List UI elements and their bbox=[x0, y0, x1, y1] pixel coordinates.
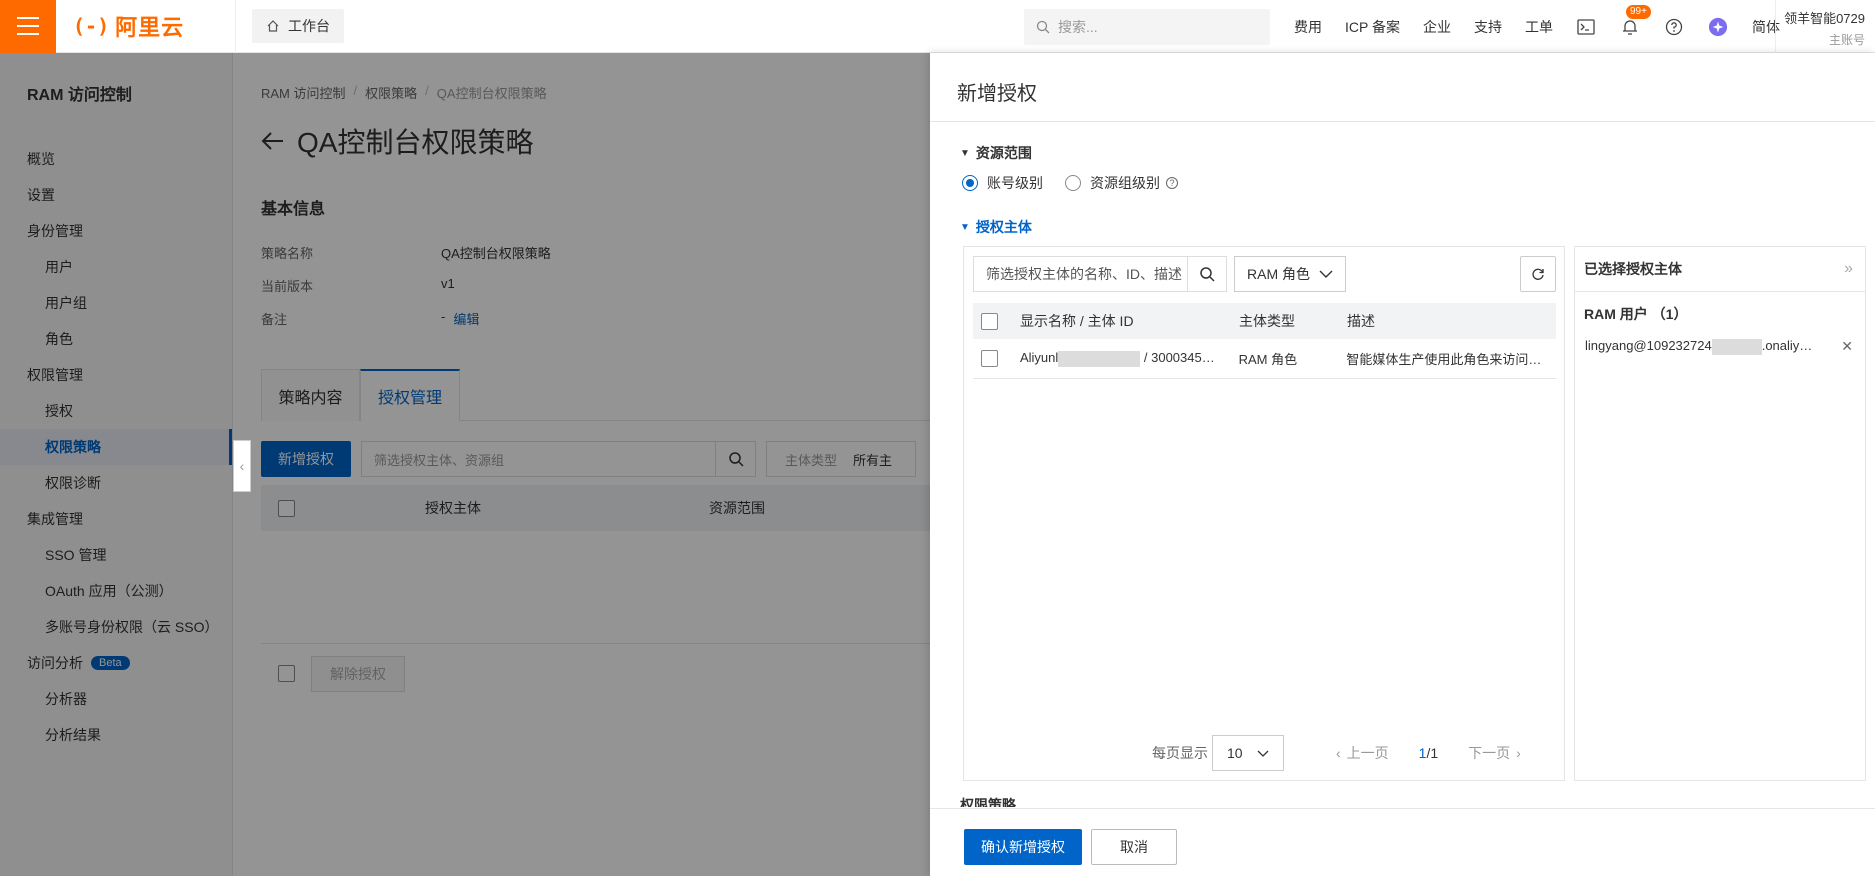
drawer-title: 新增授权 bbox=[930, 53, 1875, 122]
modal-overlay[interactable] bbox=[0, 53, 930, 876]
principal-search-input[interactable]: 筛选授权主体的名称、ID、描述 bbox=[973, 256, 1188, 292]
nav-icp[interactable]: ICP 备案 bbox=[1345, 17, 1400, 37]
total-pages: /1 bbox=[1426, 745, 1439, 761]
notification-badge: 99+ bbox=[1625, 4, 1651, 19]
radio-account-level[interactable] bbox=[962, 175, 978, 191]
page-size-select[interactable]: 10 bbox=[1212, 735, 1284, 771]
help-icon[interactable] bbox=[1664, 17, 1684, 37]
terminal-icon[interactable] bbox=[1576, 17, 1596, 37]
bell-icon[interactable]: 99+ bbox=[1620, 4, 1651, 37]
prev-page-label: 上一页 bbox=[1346, 745, 1389, 761]
page-indicator: 1/1 bbox=[1419, 745, 1438, 761]
selected-item-prefix: lingyang@109232724 bbox=[1585, 338, 1712, 354]
logo-text: 阿里云 bbox=[115, 15, 185, 40]
menu-icon[interactable] bbox=[0, 0, 56, 53]
principal-section-heading[interactable]: ▼ 授权主体 bbox=[960, 217, 1032, 237]
radio-resource-group-label[interactable]: 资源组级别 bbox=[1090, 173, 1160, 193]
column-display-name: 显示名称 / 主体 ID bbox=[1020, 313, 1134, 329]
nav-support[interactable]: 支持 bbox=[1474, 17, 1502, 37]
principal-type-dropdown[interactable]: RAM 角色 bbox=[1234, 256, 1346, 292]
caret-down-icon: ▼ bbox=[960, 221, 970, 233]
next-page-button[interactable]: 下一页 › bbox=[1468, 743, 1521, 763]
redaction-mask bbox=[1711, 338, 1762, 355]
logo[interactable]: (-) 阿里云 bbox=[56, 0, 236, 53]
row-checkbox[interactable] bbox=[981, 350, 998, 367]
double-chevron-right-icon[interactable]: » bbox=[1844, 260, 1853, 278]
row-display-name: Aliyunl / 3000345… bbox=[1020, 350, 1239, 367]
next-page-label: 下一页 bbox=[1468, 745, 1511, 761]
global-search-input[interactable]: 搜索... bbox=[1024, 9, 1270, 45]
radio-account-level-label[interactable]: 账号级别 bbox=[987, 173, 1043, 193]
policy-section-heading: 权限策略 bbox=[960, 797, 1016, 807]
nav-billing[interactable]: 费用 bbox=[1294, 17, 1322, 37]
redaction-mask bbox=[1058, 350, 1141, 367]
row-name-prefix: Aliyunl bbox=[1019, 350, 1059, 366]
selected-principals-panel: 已选择授权主体 » RAM 用户 （1） lingyang@109232724.… bbox=[1574, 246, 1866, 781]
selected-header: 已选择授权主体 » bbox=[1575, 247, 1865, 292]
selected-title: 已选择授权主体 bbox=[1584, 261, 1682, 277]
caret-down-icon: ▼ bbox=[960, 147, 970, 159]
scope-section-heading[interactable]: ▼ 资源范围 bbox=[960, 143, 1032, 163]
principal-section-label: 授权主体 bbox=[975, 219, 1032, 235]
search-icon bbox=[1036, 20, 1050, 34]
radio-resource-group-level[interactable] bbox=[1065, 175, 1081, 191]
principal-type-value: RAM 角色 bbox=[1247, 266, 1310, 282]
prev-page-button[interactable]: ‹ 上一页 bbox=[1336, 743, 1389, 763]
confirm-add-grant-button[interactable]: 确认新增授权 bbox=[964, 829, 1082, 865]
principal-table-header: 显示名称 / 主体 ID 主体类型 描述 bbox=[973, 303, 1556, 339]
user-menu[interactable]: 领羊智能0729 主账号 bbox=[1775, 0, 1875, 53]
selected-item: lingyang@109232724 .onaliy… ✕ bbox=[1575, 338, 1865, 355]
top-nav: 费用 ICP 备案 企业 支持 工单 99+ 简体 bbox=[1294, 0, 1803, 53]
principal-search-placeholder: 筛选授权主体的名称、ID、描述 bbox=[986, 266, 1182, 282]
add-grant-drawer: 新增授权 ▼ 资源范围 账号级别 资源组级别 ? ▼ 授权主体 筛选授权主体的名… bbox=[930, 53, 1875, 876]
nav-ticket[interactable]: 工单 bbox=[1525, 17, 1553, 37]
page-size-value: 10 bbox=[1227, 745, 1243, 761]
ai-assistant-icon[interactable] bbox=[1708, 17, 1728, 37]
nav-enterprise[interactable]: 企业 bbox=[1423, 17, 1451, 37]
top-bar: (-) 阿里云 工作台 搜索... 费用 ICP 备案 企业 支持 工单 99+… bbox=[0, 0, 1875, 53]
scope-section-label: 资源范围 bbox=[975, 145, 1032, 161]
cancel-button[interactable]: 取消 bbox=[1091, 829, 1177, 865]
selected-item-suffix: .onaliy… bbox=[1761, 338, 1813, 354]
chevron-down-icon bbox=[1319, 270, 1333, 278]
sidebar-collapse-icon[interactable]: ‹ bbox=[233, 440, 251, 492]
chevron-down-icon bbox=[1257, 750, 1269, 757]
scope-radio-group: 账号级别 资源组级别 ? bbox=[962, 173, 1178, 193]
workbench-label: 工作台 bbox=[288, 18, 330, 34]
drawer-footer: 确认新增授权 取消 bbox=[964, 829, 1177, 865]
principal-select-all-checkbox[interactable] bbox=[981, 312, 998, 330]
user-name: 领羊智能0729 bbox=[1784, 11, 1865, 26]
chevron-left-icon: ‹ bbox=[1336, 745, 1341, 761]
logo-mark-icon: (-) bbox=[73, 14, 110, 38]
question-icon[interactable]: ? bbox=[1166, 177, 1178, 189]
home-icon bbox=[267, 20, 279, 32]
refresh-icon[interactable] bbox=[1520, 256, 1556, 292]
chevron-right-icon: › bbox=[1516, 745, 1521, 761]
remove-icon[interactable]: ✕ bbox=[1841, 338, 1853, 355]
selected-item-text: lingyang@109232724 .onaliy… bbox=[1585, 338, 1812, 355]
column-description: 描述 bbox=[1347, 313, 1375, 329]
search-icon[interactable] bbox=[1187, 256, 1227, 292]
row-name-suffix: / 3000345… bbox=[1143, 350, 1215, 366]
selected-group-label: RAM 用户 （1） bbox=[1584, 306, 1688, 322]
table-row[interactable]: Aliyunl / 3000345… RAM 角色 智能媒体生产使用此角色来访问… bbox=[973, 339, 1556, 379]
principal-picker: 筛选授权主体的名称、ID、描述 RAM 角色 显示名称 / 主体 ID 主体类型… bbox=[963, 246, 1565, 781]
pagination: 每页显示 10 ‹ 上一页 1/1 下一页 › bbox=[1152, 735, 1521, 771]
workbench-button[interactable]: 工作台 bbox=[252, 9, 344, 43]
column-principal-type: 主体类型 bbox=[1239, 313, 1295, 329]
page-size-label: 每页显示 bbox=[1152, 745, 1208, 761]
search-placeholder: 搜索... bbox=[1058, 19, 1098, 35]
user-role: 主账号 bbox=[1828, 33, 1865, 47]
footer-divider bbox=[930, 808, 1875, 809]
row-description: 智能媒体生产使用此角色来访问… bbox=[1346, 352, 1542, 367]
row-type: RAM 角色 bbox=[1238, 352, 1298, 367]
